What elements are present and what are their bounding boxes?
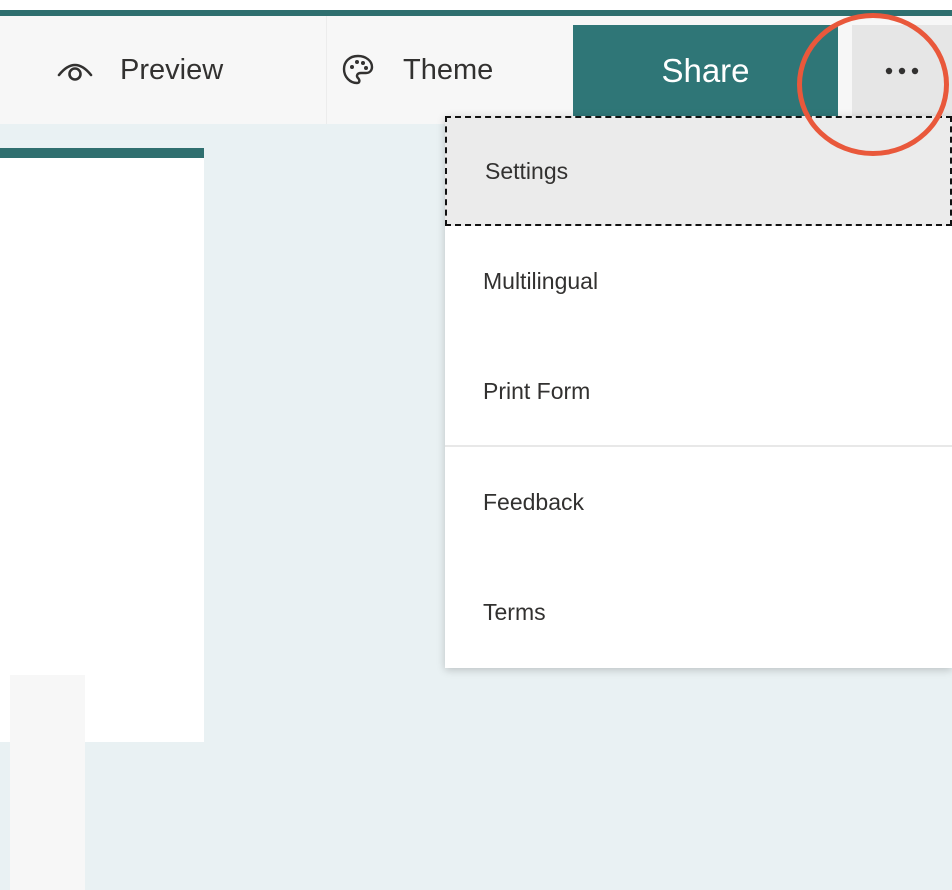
form-card-placeholder [10,675,85,890]
menu-item-label: Print Form [483,377,591,404]
preview-button[interactable]: Preview [52,16,223,124]
eye-icon [52,47,98,93]
form-card [0,148,204,890]
theme-button[interactable]: Theme [326,16,493,124]
share-button[interactable]: Share [573,25,838,116]
more-options-button[interactable] [852,25,952,116]
menu-item-settings[interactable]: Settings [445,116,952,226]
more-options-menu: Settings Multilingual Print Form Feedbac… [445,116,952,668]
top-accent-bar [0,0,952,16]
menu-item-terms[interactable]: Terms [445,557,952,667]
menu-item-multilingual[interactable]: Multilingual [445,226,952,336]
menu-item-label: Multilingual [483,267,599,294]
menu-item-feedback[interactable]: Feedback [445,447,952,557]
menu-item-label: Settings [485,157,569,184]
toolbar: Preview Theme Share [0,16,952,124]
palette-icon [335,47,381,93]
theme-label: Theme [403,53,494,86]
more-options-icon [885,62,919,80]
menu-item-label: Terms [483,598,546,625]
menu-item-print-form[interactable]: Print Form [445,336,952,446]
menu-item-label: Feedback [483,488,585,515]
preview-label: Preview [120,53,224,86]
